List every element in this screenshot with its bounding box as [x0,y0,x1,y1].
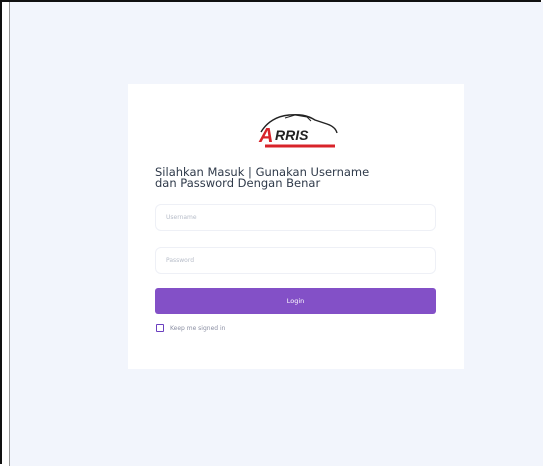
logo-letter-a: A [258,125,273,147]
username-input[interactable] [155,204,436,231]
password-input[interactable] [155,247,436,274]
remember-label: Keep me signed in [170,324,226,332]
heading-line-2: dan Password Dengan Benar [155,176,321,190]
login-card: A RRIS RENTAL CAR Silahkan Masuk | Gunak… [128,84,464,369]
car-logo-icon: A RRIS RENTAL CAR [258,113,338,150]
logo-text: RRIS [275,127,309,143]
login-heading: Silahkan Masuk | Gunakan Username dan Pa… [155,166,445,190]
logo-tagline: RENTAL CAR [269,146,286,150]
login-button[interactable]: Login [155,288,436,314]
page-background: A RRIS RENTAL CAR Silahkan Masuk | Gunak… [9,2,543,466]
remember-me[interactable]: Keep me signed in [156,323,225,333]
remember-checkbox[interactable] [156,324,164,332]
